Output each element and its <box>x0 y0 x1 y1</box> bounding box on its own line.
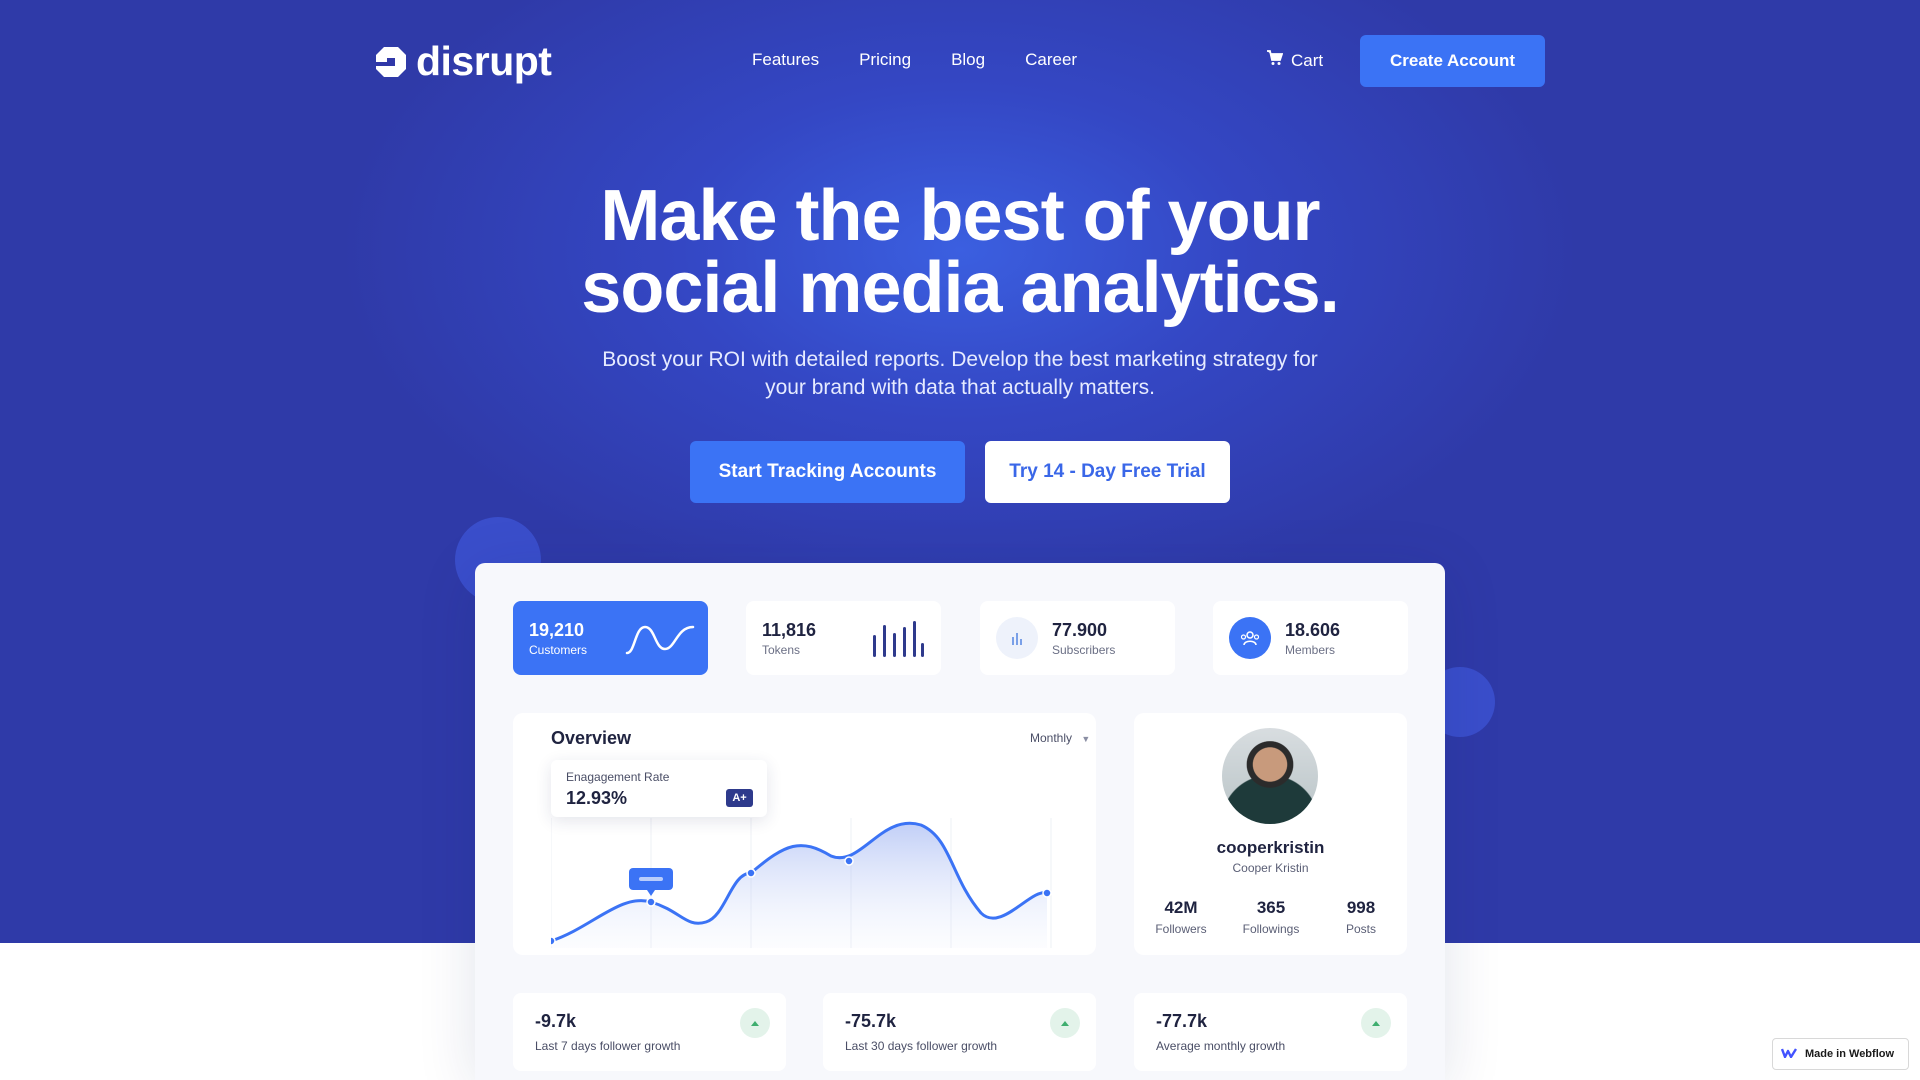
subtext-line-2: your brand with data that actually matte… <box>765 376 1155 399</box>
stat-label: Members <box>1285 642 1336 657</box>
stat-value: 11,816 <box>762 619 817 640</box>
stat-label: Subscribers <box>1052 642 1116 657</box>
profile-stat-value: 365 <box>1256 898 1286 917</box>
logo-text: disrupt <box>416 38 552 84</box>
engagement-value: 12.93% <box>566 788 628 808</box>
nav-pricing[interactable]: Pricing <box>859 50 911 70</box>
headline-line-1: Make the best of your <box>600 176 1320 256</box>
grade-badge: A+ <box>726 789 753 807</box>
stat-card-members: 18.606 Members <box>1213 601 1408 675</box>
nav-blog[interactable]: Blog <box>951 50 985 70</box>
engagement-line-chart <box>551 818 1052 948</box>
profile-stat-label: Followers <box>1155 922 1207 936</box>
growth-value: -77.7k <box>1156 1011 1208 1031</box>
free-trial-button[interactable]: Try 14 - Day Free Trial <box>985 441 1230 503</box>
arrow-up-icon <box>1361 1008 1391 1038</box>
profile-name: Cooper Kristin <box>1232 861 1309 875</box>
profile-stat-label: Followings <box>1242 922 1300 936</box>
hero-subtext: Boost your ROI with detailed reports. De… <box>560 346 1360 402</box>
profile-username: cooperkristin <box>1216 838 1325 857</box>
users-icon <box>1229 617 1271 659</box>
engagement-card: Enagagement Rate 12.93% A+ <box>551 760 767 817</box>
stat-value: 77.900 <box>1052 619 1108 640</box>
dashboard-preview: 19,210 Customers 11,816 Tokens 77.900 Su… <box>475 563 1445 1080</box>
overview-panel: Overview Monthly ▼ Enagagement Rate 12.9… <box>513 713 1096 955</box>
overview-title: Overview <box>551 728 632 748</box>
period-label: Monthly <box>1030 731 1073 745</box>
made-in-webflow-badge[interactable]: Made in Webflow <box>1772 1038 1909 1070</box>
engagement-label: Enagagement Rate <box>566 770 670 784</box>
avatar <box>1222 728 1318 824</box>
chevron-down-icon: ▼ <box>1081 734 1091 744</box>
stat-card-customers: 19,210 Customers <box>513 601 708 675</box>
nav-features[interactable]: Features <box>752 50 819 70</box>
headline-line-2: social media analytics. <box>581 248 1339 328</box>
stat-value: 18.606 <box>1285 619 1341 640</box>
stat-label: Tokens <box>762 642 801 657</box>
growth-label: Average monthly growth <box>1156 1039 1286 1053</box>
logo[interactable]: disrupt <box>374 38 552 85</box>
arrow-up-icon <box>1050 1008 1080 1038</box>
stat-card-tokens: 11,816 Tokens <box>746 601 941 675</box>
profile-stat-label: Posts <box>1345 922 1376 936</box>
nav-career[interactable]: Career <box>1025 50 1077 70</box>
logo-icon <box>374 45 408 79</box>
subtext-line-1: Boost your ROI with detailed reports. De… <box>602 348 1318 371</box>
period-dropdown[interactable]: Monthly ▼ <box>1030 731 1090 745</box>
webflow-badge-label: Made in Webflow <box>1805 1048 1895 1060</box>
stat-card-subscribers: 77.900 Subscribers <box>980 601 1175 675</box>
growth-label: Last 30 days follower growth <box>845 1039 998 1053</box>
stat-label: Customers <box>529 642 588 657</box>
cart-label: Cart <box>1291 50 1324 70</box>
growth-card-30-days: -75.7k Last 30 days follower growth <box>823 993 1096 1071</box>
webflow-logo-icon <box>1780 1047 1798 1061</box>
growth-value: -9.7k <box>535 1011 577 1031</box>
growth-label: Last 7 days follower growth <box>535 1039 681 1053</box>
profile-card: cooperkristin Cooper Kristin 42M Followe… <box>1134 713 1407 955</box>
profile-stat-posts: 998 Posts <box>1316 898 1406 936</box>
create-account-button[interactable]: Create Account <box>1360 35 1545 87</box>
cart-link[interactable]: Cart <box>1266 50 1323 71</box>
profile-stat-followers: 42M Followers <box>1136 898 1226 936</box>
start-tracking-button[interactable]: Start Tracking Accounts <box>690 441 965 503</box>
profile-stat-followings: 365 Followings <box>1226 898 1316 936</box>
main-nav: Features Pricing Blog Career <box>752 50 1077 70</box>
sparkline-icon <box>625 625 695 655</box>
analytics-icon <box>996 617 1038 659</box>
hero-headline: Make the best of your social media analy… <box>460 180 1460 324</box>
cart-icon <box>1266 50 1284 71</box>
profile-stat-value: 998 <box>1346 898 1376 917</box>
growth-card-monthly: -77.7k Average monthly growth <box>1134 993 1407 1071</box>
growth-card-7-days: -9.7k Last 7 days follower growth <box>513 993 786 1071</box>
profile-stat-value: 42M <box>1164 898 1198 917</box>
site-header: disrupt Features Pricing Blog Career Car… <box>0 0 1920 120</box>
bar-chart-icon <box>873 621 924 657</box>
arrow-up-icon <box>740 1008 770 1038</box>
growth-value: -75.7k <box>845 1011 897 1031</box>
stat-value: 19,210 <box>529 619 585 640</box>
